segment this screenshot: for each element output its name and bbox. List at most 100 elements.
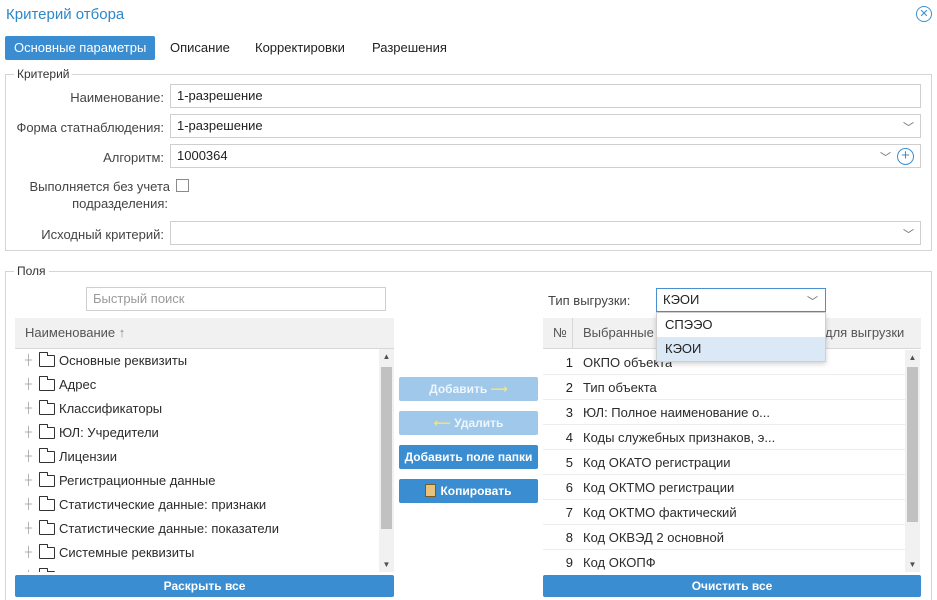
copy-button-label: Копировать [440,484,512,498]
algo-select-value: 1000364 [177,148,228,163]
grid-col-name[interactable]: Выбранные [583,318,654,348]
tree-item[interactable]: ┼ Адрес [15,373,379,397]
row-num: 3 [565,405,573,420]
add-button[interactable]: Добавить ⟶ [399,377,538,401]
add-folder-field-button[interactable]: Добавить поле папки [399,445,538,469]
tree-header[interactable]: Наименование ↑ [15,318,394,349]
row-name: Код ОКАТО регистрации [583,455,731,470]
expand-plus-icon[interactable]: ┼ [25,517,39,541]
export-type-dropdown: СПЭЭО КЭОИ [656,312,826,362]
chevron-down-icon[interactable]: ﹀ [880,149,891,165]
row-name: Код ОКОПФ [583,555,656,570]
table-row[interactable]: 5 Код ОКАТО регистрации [543,450,905,475]
window-title: Критерий отбора [6,6,125,23]
scroll-down-icon[interactable]: ▼ [905,560,920,569]
source-select[interactable] [170,221,921,245]
sort-arrow-up-icon: ↑ [118,325,126,340]
tree-item[interactable]: ┼ Классификаторы [15,397,379,421]
chevron-down-icon[interactable]: ﹀ [807,293,818,309]
tree-item-label: Статистические данные: признаки [59,497,267,512]
row-name: ЮЛ: Полное наименование о... [583,405,771,420]
tree-item[interactable]: ┼ Статистические данные: показатели [15,517,379,541]
expand-plus-icon[interactable]: ┼ [25,397,39,421]
remove-button-label: Удалить [454,416,504,430]
arrow-left-icon: ⟵ [433,416,451,430]
quick-search-input[interactable]: Быстрый поиск [86,287,386,311]
nodept-checkbox[interactable] [176,179,189,192]
tab-main-params[interactable]: Основные параметры [5,36,156,60]
table-row[interactable]: 4 Коды служебных признаков, э... [543,425,905,450]
row-num: 6 [565,480,573,495]
folder-icon [38,400,55,415]
grid-scroll-thumb[interactable] [907,367,918,522]
expand-plus-icon[interactable]: ┼ [25,469,39,493]
algo-label: Алгоритм: [103,150,164,165]
tree-item[interactable]: ┼ ЮЛ: Учредители [15,421,379,445]
source-label: Исходный критерий: [41,227,164,242]
clear-all-button[interactable]: Очистить все [543,575,921,597]
scroll-up-icon[interactable]: ▲ [379,352,394,361]
table-row[interactable]: 2 Тип объекта [543,375,905,400]
row-name: Код ОКТМО регистрации [583,480,735,495]
export-type-option-selected[interactable]: КЭОИ [657,337,825,361]
tree-scroll-thumb[interactable] [381,367,392,529]
export-type-select[interactable]: КЭОИ [656,288,826,312]
clipboard-icon [425,484,437,497]
add-button-label: Добавить [429,382,488,396]
table-row[interactable]: 6 Код ОКТМО регистрации [543,475,905,500]
close-icon[interactable]: ✕ [916,6,932,22]
tree-list: ┼ Основные реквизиты ┼ Адрес ┼ Классификато… [15,349,379,572]
tree-item[interactable]: ┼ Статистические данные: признаки [15,493,379,517]
grid-col-num[interactable]: № [553,318,567,348]
expand-plus-icon[interactable]: ┼ [25,349,39,373]
expand-plus-icon[interactable]: ┼ [25,565,39,572]
criteria-legend: Критерий [14,67,73,81]
row-num: 5 [565,455,573,470]
nodept-label-line1: Выполняется без учета [29,179,171,194]
row-num: 4 [565,430,573,445]
copy-button[interactable]: Копировать [399,479,538,503]
chevron-down-icon[interactable]: ﹀ [903,119,914,135]
tab-permissions[interactable]: Разрешения [363,36,456,60]
folder-icon [38,472,55,487]
table-row[interactable]: 9 Код ОКОПФ [543,550,905,574]
tab-description[interactable]: Описание [161,36,239,60]
expand-plus-icon[interactable]: ┼ [25,421,39,445]
algo-select[interactable]: 1000364 [170,144,921,168]
tree-item[interactable]: ┼ Лицензии [15,445,379,469]
grid-col-name-tail: для выгрузки [825,325,905,340]
tree-header-label: Наименование [25,325,116,340]
folder-icon [38,424,55,439]
expand-all-button[interactable]: Раскрыть все [15,575,394,597]
expand-plus-icon[interactable]: ┼ [25,445,39,469]
tree-item-label: Адрес [59,377,97,392]
folder-icon [38,568,55,572]
row-name: Тип объекта [583,380,657,395]
row-num: 2 [565,380,573,395]
folder-icon [38,544,55,559]
chevron-down-icon[interactable]: ﹀ [903,226,914,242]
tree-item[interactable]: ┼ Основные реквизиты [15,349,379,373]
tree-item-partial[interactable]: ┼ [15,565,379,572]
row-name: Коды служебных признаков, э... [583,430,776,445]
table-row[interactable]: 8 Код ОКВЭД 2 основной [543,525,905,550]
export-type-option[interactable]: СПЭЭО [657,313,825,337]
add-circle-icon[interactable]: + [897,148,914,165]
tree-item[interactable]: ┼ Системные реквизиты [15,541,379,565]
expand-plus-icon[interactable]: ┼ [25,493,39,517]
scroll-up-icon[interactable]: ▲ [905,353,920,362]
folder-icon [38,376,55,391]
scroll-down-icon[interactable]: ▼ [379,560,394,569]
tree-item-label: Регистрационные данные [59,473,216,488]
expand-plus-icon[interactable]: ┼ [25,541,39,565]
folder-icon [38,352,55,367]
remove-button[interactable]: ⟵ Удалить [399,411,538,435]
table-row[interactable]: 3 ЮЛ: Полное наименование о... [543,400,905,425]
form-select[interactable]: 1-разрешение [170,114,921,138]
tree-item-label: Лицензии [59,449,117,464]
tree-item[interactable]: ┼ Регистрационные данные [15,469,379,493]
table-row[interactable]: 7 Код ОКТМО фактический [543,500,905,525]
name-input[interactable]: 1-разрешение [170,84,921,108]
tab-corrections[interactable]: Корректировки [246,36,354,60]
expand-plus-icon[interactable]: ┼ [25,373,39,397]
